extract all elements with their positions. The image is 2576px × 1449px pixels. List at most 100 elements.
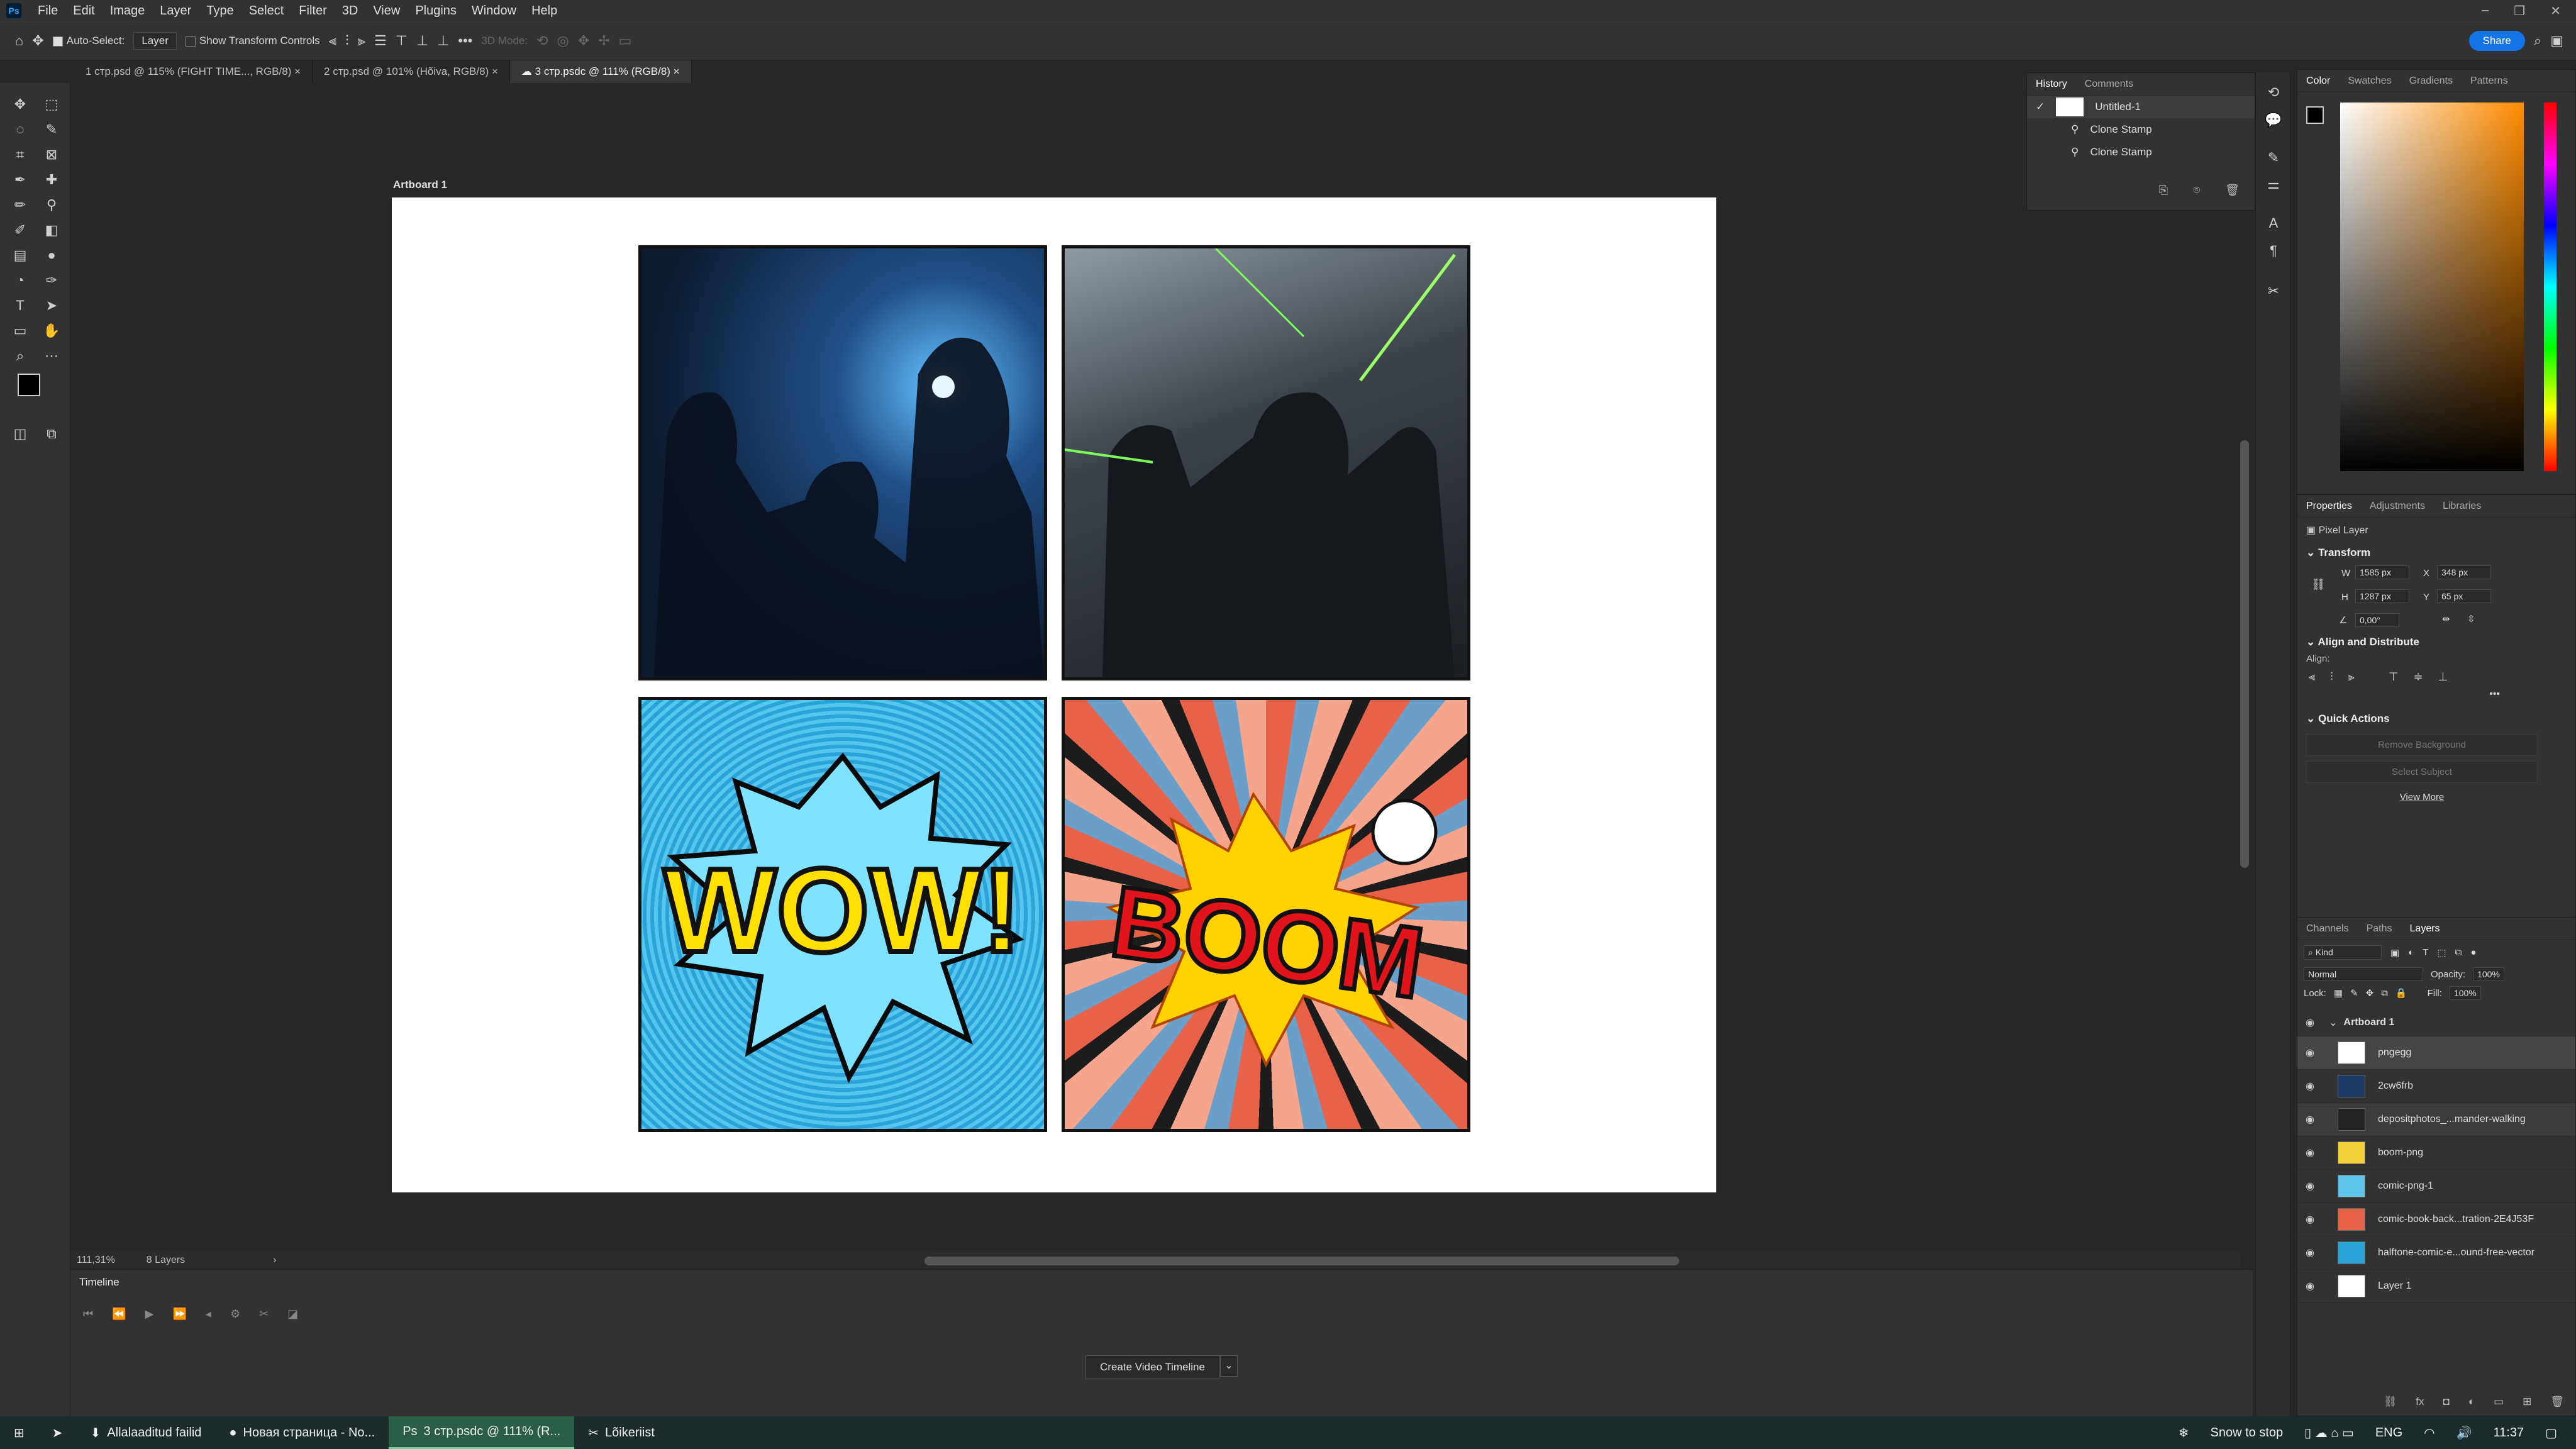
filter-type-icon[interactable]: T: [2423, 947, 2428, 958]
comments-icon[interactable]: 💬: [2261, 109, 2286, 131]
canvas-horizontal-scrollbar[interactable]: [924, 1257, 1679, 1265]
delete-layer-icon[interactable]: 🗑: [2550, 1396, 2564, 1408]
layer-row[interactable]: ◉ halftone-comic-e...ound-free-vector: [2297, 1236, 2575, 1270]
photo-swat-blue[interactable]: [638, 245, 1047, 680]
history-icon[interactable]: ⟲: [2261, 81, 2286, 104]
show-transform-checkbox[interactable]: Show Transform Controls: [185, 35, 320, 47]
comic-wow-panel[interactable]: WOW!: [638, 697, 1047, 1132]
menu-file[interactable]: File: [30, 4, 65, 18]
volume-icon[interactable]: 🔊: [2457, 1425, 2472, 1441]
split-icon[interactable]: ✂: [259, 1307, 269, 1321]
history-row[interactable]: ⚲ Clone Stamp: [2027, 141, 2255, 164]
quick-select-icon[interactable]: ✎: [39, 118, 64, 141]
visibility-eye-icon[interactable]: ◉: [2297, 1246, 2323, 1259]
tab-doc-3[interactable]: ☁ 3 стр.psdc @ 111% (RGB/8) ×: [509, 60, 692, 83]
zoom-tool-icon[interactable]: ⌕: [8, 345, 33, 367]
menu-edit[interactable]: Edit: [65, 4, 102, 18]
canvas-area[interactable]: Artboard 1 WOW! BOOM: [70, 83, 2026, 1252]
x-field[interactable]: 348 px: [2437, 565, 2491, 579]
align-top-icon[interactable]: ⊤: [396, 33, 408, 49]
canvas-vertical-scrollbar[interactable]: [2240, 440, 2249, 868]
crop-tool-icon[interactable]: ⌗: [8, 143, 33, 166]
distribute-icon[interactable]: ☰: [374, 33, 387, 49]
visibility-eye-icon[interactable]: ◉: [2297, 1280, 2323, 1292]
tab-gradients[interactable]: Gradients: [2401, 75, 2462, 87]
filter-smart-icon[interactable]: ⧉: [2455, 947, 2462, 958]
close-window-button[interactable]: ✕: [2550, 3, 2561, 19]
eyedropper-icon[interactable]: ✒: [8, 169, 33, 191]
flip-horizontal-icon[interactable]: ⇹: [2442, 613, 2450, 625]
menu-3d[interactable]: 3D: [335, 4, 366, 18]
new-layer-icon[interactable]: ⊞: [2523, 1396, 2531, 1408]
link-layers-icon[interactable]: ⛓: [2384, 1396, 2397, 1408]
tab-properties[interactable]: Properties: [2297, 501, 2361, 512]
taskbar-item-photoshop[interactable]: Ps 3 стр.psdc @ 111% (R...: [389, 1416, 575, 1449]
filter-toggle-icon[interactable]: ●: [2470, 947, 2476, 958]
width-field[interactable]: 1585 px: [2355, 565, 2409, 579]
align-right-icon[interactable]: ⫸: [358, 33, 365, 49]
angle-field[interactable]: 0,00°: [2355, 613, 2399, 627]
view-more-link[interactable]: View More: [2297, 783, 2546, 802]
wifi-icon[interactable]: ◠: [2424, 1425, 2434, 1441]
tab-adjustments[interactable]: Adjustments: [2361, 501, 2434, 512]
menu-filter[interactable]: Filter: [291, 4, 334, 18]
y-field[interactable]: 65 px: [2437, 589, 2491, 603]
history-row-snapshot[interactable]: ✓ Untitled-1: [2027, 96, 2255, 118]
screen-mode-icon[interactable]: ⧉: [39, 423, 64, 445]
pen-tool-icon[interactable]: ✑: [39, 269, 64, 292]
auto-select-dropdown[interactable]: Layer: [133, 32, 177, 50]
tab-layers[interactable]: Layers: [2401, 923, 2449, 935]
audio-icon[interactable]: ◂: [206, 1307, 211, 1321]
visibility-eye-icon[interactable]: ◉: [2297, 1046, 2323, 1059]
character-icon[interactable]: A: [2261, 212, 2286, 235]
taskbar-item-snipping[interactable]: ✂ Lõikeriist: [574, 1416, 669, 1449]
fx-icon[interactable]: fx: [2416, 1396, 2424, 1408]
dodge-tool-icon[interactable]: ◔: [8, 269, 33, 292]
layer-row[interactable]: ◉ pngegg: [2297, 1036, 2575, 1070]
tab-libraries[interactable]: Libraries: [2434, 501, 2490, 512]
tray-icons[interactable]: ▯ ☁ ⌂ ▭: [2304, 1425, 2354, 1441]
trash-icon[interactable]: 🗑: [2225, 184, 2240, 197]
more-tools-icon[interactable]: ⋯: [39, 345, 64, 367]
tab-patterns[interactable]: Patterns: [2462, 75, 2517, 87]
align-middle-icon[interactable]: ⊥: [416, 33, 428, 49]
menu-help[interactable]: Help: [524, 4, 565, 18]
adjustment-layer-icon[interactable]: ◐: [2468, 1396, 2475, 1408]
more-options-button[interactable]: •••: [458, 33, 472, 49]
lock-artboard-icon[interactable]: ⧉: [2381, 988, 2388, 999]
layer-row[interactable]: ◉ Layer 1: [2297, 1270, 2575, 1303]
visibility-eye-icon[interactable]: ◉: [2297, 1113, 2323, 1126]
close-icon[interactable]: ×: [294, 65, 301, 77]
create-video-timeline-button[interactable]: Create Video Timeline: [1085, 1355, 1219, 1379]
visibility-eye-icon[interactable]: ◉: [2297, 1080, 2323, 1092]
rectangle-tool-icon[interactable]: ▭: [8, 319, 33, 342]
align-top-edges-icon[interactable]: ⊤: [2389, 670, 2399, 684]
lock-image-icon[interactable]: ✎: [2350, 987, 2358, 999]
path-select-icon[interactable]: ➤: [39, 294, 64, 317]
tab-channels[interactable]: Channels: [2297, 923, 2358, 935]
layer-row[interactable]: ◉ boom-png: [2297, 1136, 2575, 1170]
menu-type[interactable]: Type: [199, 4, 241, 18]
visibility-eye-icon[interactable]: ◉: [2297, 1016, 2323, 1029]
select-subject-button[interactable]: Select Subject: [2306, 761, 2538, 783]
camera-icon[interactable]: ⌾: [2193, 184, 2200, 197]
settings-icon[interactable]: ⚙: [230, 1307, 240, 1321]
type-tool-icon[interactable]: T: [8, 294, 33, 317]
menu-select[interactable]: Select: [242, 4, 292, 18]
quick-mask-icon[interactable]: ◫: [8, 423, 33, 445]
transition-icon[interactable]: ◪: [287, 1307, 298, 1321]
foreground-color-swatch[interactable]: [18, 374, 40, 396]
history-row[interactable]: ⚲ Clone Stamp: [2027, 118, 2255, 141]
start-button[interactable]: ⊞: [0, 1416, 38, 1449]
artboard-group-row[interactable]: ◉ ⌄ Artboard 1: [2297, 1009, 2575, 1036]
filter-shape-icon[interactable]: ⬚: [2437, 947, 2446, 958]
align-h-centers-icon[interactable]: ⫶: [2330, 670, 2333, 684]
add-mask-icon[interactable]: ◘: [2443, 1396, 2450, 1408]
align-section-title[interactable]: ⌄ Align and Distribute: [2297, 632, 2575, 652]
notification-icon[interactable]: ▢: [2545, 1425, 2557, 1441]
auto-select-checkbox[interactable]: Auto-Select:: [52, 35, 125, 47]
tab-swatches[interactable]: Swatches: [2339, 75, 2400, 87]
tab-doc-1[interactable]: 1 стр.psd @ 115% (FIGHT TIME..., RGB/8) …: [74, 60, 313, 83]
search-icon[interactable]: ⌕: [2534, 33, 2541, 49]
photo-soldiers-lasers[interactable]: [1062, 245, 1470, 680]
